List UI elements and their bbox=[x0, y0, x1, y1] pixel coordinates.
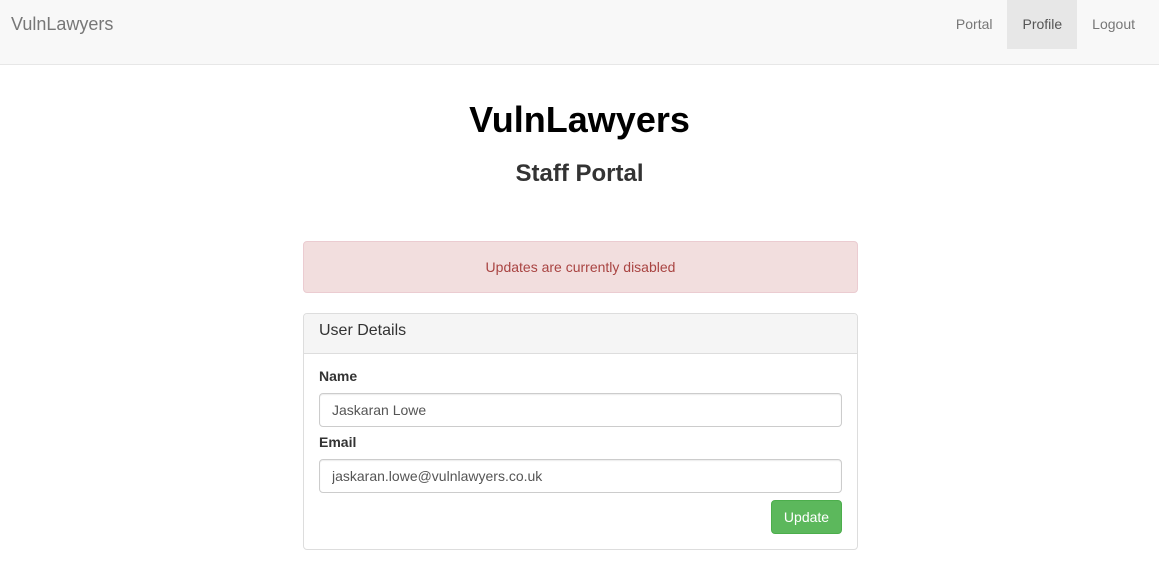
alert-message: Updates are currently disabled bbox=[485, 259, 676, 275]
update-button[interactable]: Update bbox=[771, 500, 842, 534]
email-label: Email bbox=[319, 434, 357, 450]
nav-link-portal[interactable]: Portal bbox=[941, 0, 1008, 49]
top-navbar: VulnLawyers Portal Profile Logout bbox=[0, 0, 1159, 65]
nav-link-profile[interactable]: Profile bbox=[1007, 0, 1078, 49]
page-title: VulnLawyers bbox=[469, 99, 690, 140]
name-input[interactable] bbox=[319, 393, 842, 427]
panel-heading: User Details bbox=[304, 314, 857, 354]
name-label: Name bbox=[319, 368, 358, 384]
nav-link-logout[interactable]: Logout bbox=[1077, 0, 1150, 49]
page-subtitle: Staff Portal bbox=[515, 160, 644, 187]
nav-links: Portal Profile Logout bbox=[941, 0, 1150, 49]
email-input[interactable] bbox=[319, 459, 842, 493]
brand-link[interactable]: VulnLawyers bbox=[11, 0, 113, 48]
user-details-panel: User Details Name Email Update bbox=[303, 313, 858, 550]
alert-banner: Updates are currently disabled bbox=[303, 241, 858, 293]
